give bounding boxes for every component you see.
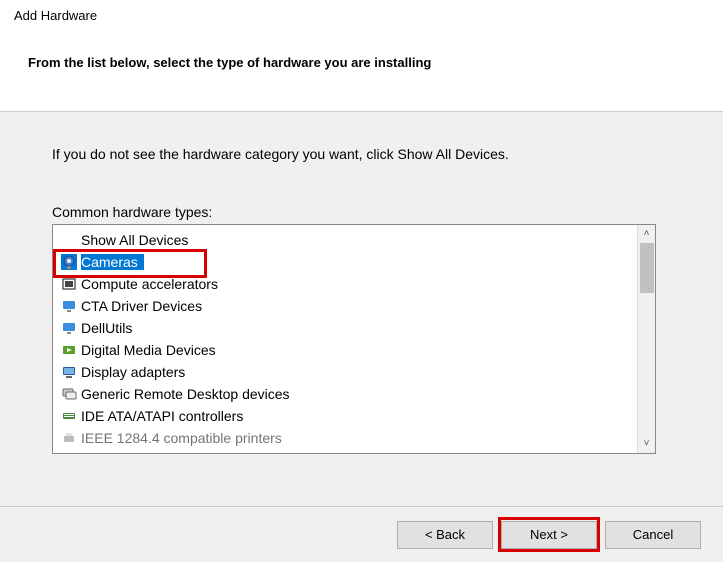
list-item[interactable]: Generic Remote Desktop devices xyxy=(53,383,655,405)
list-item-label: IDE ATA/ATAPI controllers xyxy=(81,408,243,424)
controller-icon xyxy=(61,408,77,424)
list-item-label: DellUtils xyxy=(81,320,132,336)
printer-icon xyxy=(61,430,77,446)
wizard-header: Add Hardware From the list below, select… xyxy=(0,0,723,112)
display-icon xyxy=(61,364,77,380)
list-item-label: CTA Driver Devices xyxy=(81,298,202,314)
scrollbar-thumb[interactable] xyxy=(640,243,654,293)
next-button[interactable]: Next > xyxy=(501,521,597,549)
list-label: Common hardware types: xyxy=(52,204,671,220)
page-subtitle: From the list below, select the type of … xyxy=(28,55,709,70)
list-item-label: Display adapters xyxy=(81,364,185,380)
list-item[interactable]: IDE ATA/ATAPI controllers xyxy=(53,405,655,427)
window-title: Add Hardware xyxy=(14,8,709,23)
wizard-content: If you do not see the hardware category … xyxy=(0,112,723,466)
wizard-footer: < Back Next > Cancel xyxy=(0,506,723,562)
list-item[interactable]: Digital Media Devices xyxy=(53,339,655,361)
media-icon xyxy=(61,342,77,358)
list-item-label: Digital Media Devices xyxy=(81,342,216,358)
monitor-icon xyxy=(61,320,77,336)
camera-icon xyxy=(61,254,77,270)
list-item[interactable]: IEEE 1284.4 compatible printers xyxy=(53,427,655,449)
list-item-label: IEEE 1284.4 compatible printers xyxy=(81,430,282,446)
list-item-label: Cameras xyxy=(81,254,144,270)
instruction-text: If you do not see the hardware category … xyxy=(52,146,671,162)
hardware-list: Show All Devices Cameras Compute acceler… xyxy=(53,225,655,449)
back-button[interactable]: < Back xyxy=(397,521,493,549)
list-item-label: Generic Remote Desktop devices xyxy=(81,386,290,402)
hardware-type-listbox[interactable]: Show All Devices Cameras Compute acceler… xyxy=(52,224,656,454)
list-item[interactable]: Compute accelerators xyxy=(53,273,655,295)
cancel-button[interactable]: Cancel xyxy=(605,521,701,549)
remote-icon xyxy=(61,386,77,402)
list-item[interactable]: Display adapters xyxy=(53,361,655,383)
list-item[interactable]: CTA Driver Devices xyxy=(53,295,655,317)
accelerator-icon xyxy=(61,276,77,292)
vertical-scrollbar[interactable]: ˄ ˅ xyxy=(637,225,655,453)
list-item-label: Show All Devices xyxy=(81,232,188,248)
list-item-label: Compute accelerators xyxy=(81,276,218,292)
list-item-cameras[interactable]: Cameras xyxy=(53,251,655,273)
monitor-icon xyxy=(61,298,77,314)
scroll-down-button[interactable]: ˅ xyxy=(638,435,655,453)
scroll-up-button[interactable]: ˄ xyxy=(638,225,655,243)
list-item[interactable]: DellUtils xyxy=(53,317,655,339)
list-item[interactable]: Show All Devices xyxy=(53,229,655,251)
